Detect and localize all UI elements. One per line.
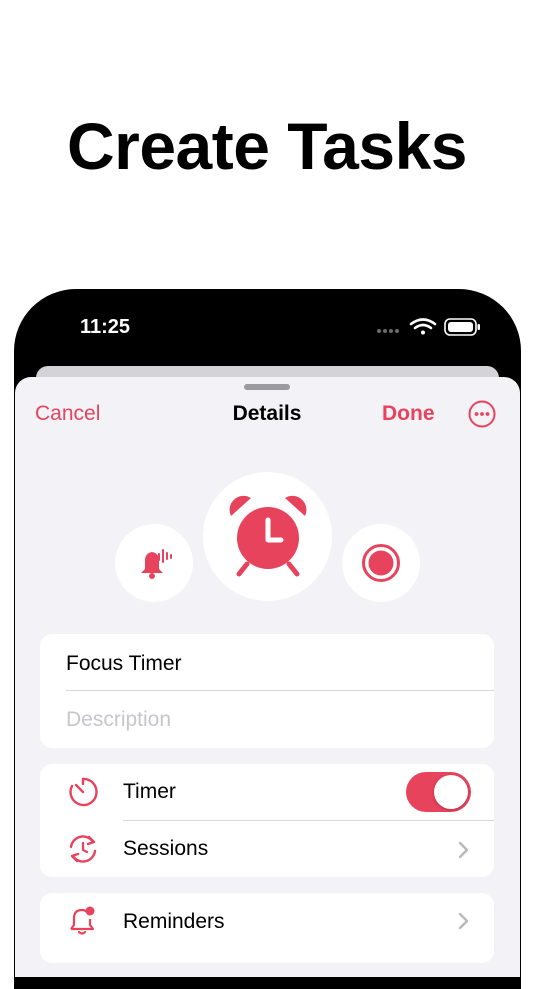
divider (66, 690, 494, 691)
chevron-right-icon (458, 841, 469, 859)
alarm-clock-button[interactable] (203, 472, 332, 601)
bell-badge-icon (70, 906, 95, 935)
reminders-card[interactable]: Reminders (40, 893, 494, 963)
status-icons (377, 318, 480, 336)
timer-icon (69, 777, 98, 807)
sessions-cycle-icon (69, 835, 97, 863)
wifi-icon (409, 318, 437, 335)
alarm-clock-icon (229, 495, 306, 576)
chevron-right-icon (458, 912, 469, 930)
toggle-knob (434, 775, 468, 809)
task-info-card: Focus Timer Description (40, 634, 494, 748)
bell-sound-icon (141, 549, 172, 579)
timer-settings-card: Timer Sessions (40, 764, 494, 877)
ellipsis-circle-icon[interactable] (468, 400, 496, 428)
done-button[interactable]: Done (382, 402, 435, 426)
status-time: 11:25 (80, 316, 131, 338)
task-name-field[interactable]: Focus Timer (66, 652, 182, 676)
sessions-row[interactable]: Sessions (40, 821, 494, 877)
bell-sound-button[interactable] (115, 524, 193, 602)
timer-toggle[interactable] (406, 772, 471, 812)
battery-icon (444, 318, 480, 336)
record-icon (362, 544, 400, 582)
sheet-grabber[interactable] (244, 384, 290, 390)
record-button[interactable] (342, 524, 420, 602)
description-field[interactable]: Description (66, 708, 171, 732)
timer-label: Timer (123, 780, 176, 803)
signal-dots-icon (377, 329, 399, 333)
reminders-label: Reminders (123, 910, 225, 933)
cancel-button[interactable]: Cancel (35, 402, 100, 426)
sheet-title: Details (232, 402, 302, 425)
page-headline: Create Tasks (66, 109, 468, 183)
sessions-label: Sessions (123, 837, 209, 860)
